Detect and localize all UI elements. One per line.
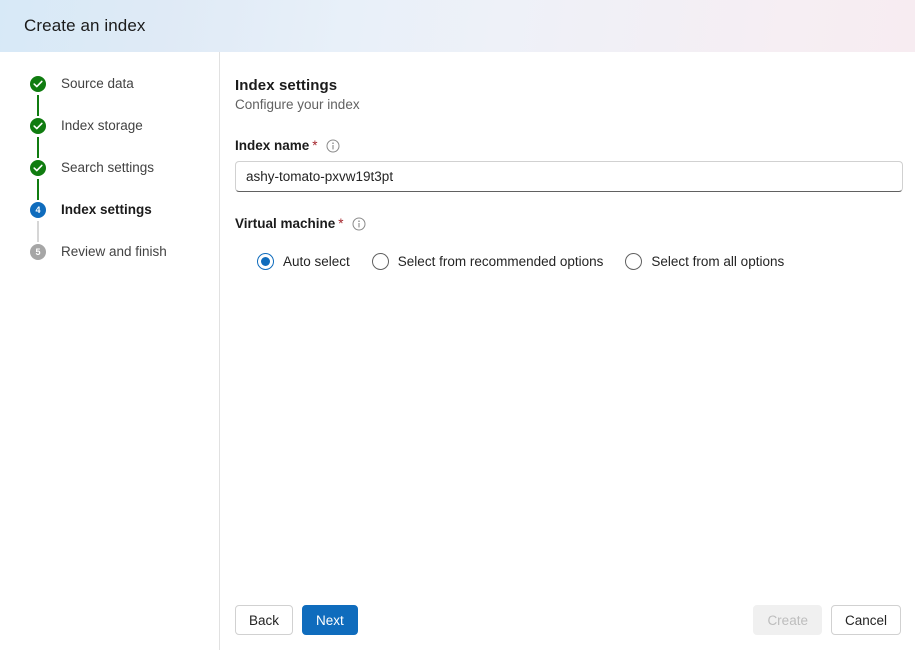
radio-dot — [261, 257, 270, 266]
step-number: 5 — [35, 246, 41, 257]
step-number: 4 — [35, 204, 41, 215]
virtual-machine-radio-group: Auto select Select from recommended opti… — [235, 253, 903, 270]
section-subtitle: Configure your index — [235, 97, 360, 112]
step-number-badge: 5 — [30, 244, 46, 260]
step-connector — [37, 179, 39, 200]
next-button[interactable]: Next — [302, 605, 358, 635]
index-name-input[interactable] — [235, 161, 903, 192]
window-header: Create an index — [0, 0, 915, 52]
radio-label: Auto select — [283, 254, 350, 269]
radio-button-selected[interactable] — [257, 253, 274, 270]
sidebar-step-label: Index storage — [61, 118, 143, 133]
cancel-button[interactable]: Cancel — [830, 605, 901, 635]
required-asterisk: * — [312, 138, 318, 153]
wizard-steps-sidebar: Source data Index storage Search setting… — [0, 52, 220, 650]
sidebar-step-label: Search settings — [61, 160, 155, 175]
step-connector — [37, 137, 39, 158]
radio-button[interactable] — [625, 253, 643, 270]
info-icon[interactable] — [352, 217, 366, 231]
main-content: Index settings Configure your index Inde… — [220, 52, 915, 650]
radio-button[interactable] — [371, 253, 389, 270]
step-connector — [37, 221, 39, 242]
step-complete-icon — [30, 76, 46, 92]
virtual-machine-label: Virtual machine — [235, 216, 336, 231]
radio-option-auto-select[interactable]: Auto select — [257, 253, 350, 270]
step-connector — [37, 95, 39, 116]
radio-option-recommended[interactable]: Select from recommended options — [371, 253, 604, 270]
step-number-badge: 4 — [30, 202, 46, 218]
footer-actions: Back Next Create Cancel — [235, 605, 903, 650]
radio-label: Select from recommended options — [397, 254, 604, 269]
page-body: Source data Index storage Search setting… — [0, 52, 915, 650]
sidebar-step-label: Source data — [61, 76, 134, 91]
required-asterisk: * — [338, 216, 344, 231]
sidebar-step-review-and-finish[interactable]: 5 Review and finish — [0, 242, 219, 263]
sidebar-step-source-data[interactable]: Source data — [0, 74, 219, 95]
sidebar-step-index-settings[interactable]: 4 Index settings — [0, 200, 219, 221]
step-complete-icon — [30, 160, 46, 176]
step-complete-icon — [30, 118, 46, 134]
sidebar-step-label: Index settings — [61, 202, 152, 217]
radio-option-all-options[interactable]: Select from all options — [625, 253, 784, 270]
sidebar-step-index-storage[interactable]: Index storage — [0, 116, 219, 137]
radio-label: Select from all options — [651, 254, 785, 269]
sidebar-step-label: Review and finish — [61, 244, 167, 259]
info-icon[interactable] — [326, 139, 340, 153]
back-button[interactable]: Back — [235, 605, 294, 635]
section-title: Index settings — [235, 77, 338, 94]
footer-right-actions: Create Cancel — [753, 605, 901, 635]
virtual-machine-label-row: Virtual machine * — [235, 216, 903, 231]
sidebar-step-search-settings[interactable]: Search settings — [0, 158, 219, 179]
index-name-label-row: Index name * — [235, 138, 903, 153]
page-title: Create an index — [24, 16, 146, 35]
index-name-label: Index name — [235, 138, 310, 153]
create-button: Create — [753, 605, 822, 635]
